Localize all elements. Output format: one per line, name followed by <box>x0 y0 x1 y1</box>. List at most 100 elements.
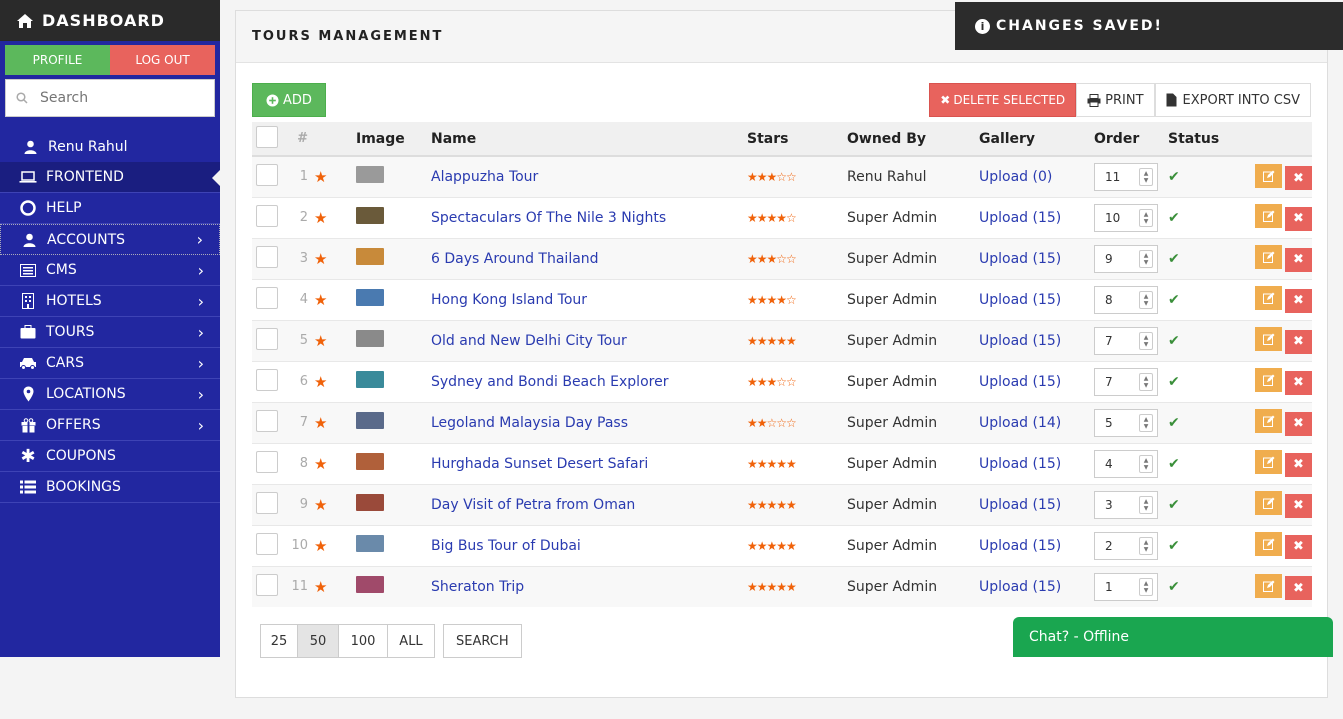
sidebar-item-cms[interactable]: CMS › <box>0 255 220 286</box>
delete-button[interactable]: ✖ <box>1285 411 1312 436</box>
gallery-upload-link[interactable]: Upload (14) <box>979 415 1061 431</box>
featured-star-icon[interactable]: ★ <box>314 414 327 432</box>
chat-widget[interactable]: Chat? - Offline <box>1013 617 1333 657</box>
order-stepper[interactable]: 5 ▲ ▼ <box>1094 408 1158 437</box>
featured-star-icon[interactable]: ★ <box>314 537 327 555</box>
order-stepper[interactable]: 7 ▲ ▼ <box>1094 326 1158 355</box>
row-checkbox[interactable] <box>256 204 278 227</box>
spin-arrows-icon[interactable]: ▲ ▼ <box>1139 208 1153 227</box>
sidebar-item-frontend[interactable]: FRONTEND <box>0 162 220 193</box>
gallery-upload-link[interactable]: Upload (0) <box>979 169 1052 185</box>
featured-star-icon[interactable]: ★ <box>314 291 327 309</box>
sidebar-user[interactable]: Renu Rahul <box>0 131 220 162</box>
gallery-upload-link[interactable]: Upload (15) <box>979 333 1061 349</box>
row-checkbox[interactable] <box>256 409 278 432</box>
delete-button[interactable]: ✖ <box>1285 288 1312 313</box>
status-check-icon[interactable]: ✔ <box>1168 210 1180 226</box>
sidebar-item-accounts[interactable]: ACCOUNTS › <box>0 224 220 255</box>
edit-button[interactable] <box>1255 245 1282 270</box>
status-check-icon[interactable]: ✔ <box>1168 333 1180 349</box>
featured-star-icon[interactable]: ★ <box>314 455 327 473</box>
logout-button[interactable]: LOG OUT <box>110 45 215 75</box>
delete-button[interactable]: ✖ <box>1285 576 1312 600</box>
row-checkbox[interactable] <box>256 491 278 514</box>
col-header-owned-by[interactable]: Owned By <box>847 122 979 157</box>
profile-button[interactable]: PROFILE <box>5 45 110 75</box>
edit-button[interactable] <box>1255 327 1282 352</box>
export-csv-button[interactable]: EXPORT INTO CSV <box>1154 83 1311 117</box>
order-stepper[interactable]: 8 ▲ ▼ <box>1094 285 1158 314</box>
order-stepper[interactable]: 2 ▲ ▼ <box>1094 531 1158 560</box>
featured-star-icon[interactable]: ★ <box>314 373 327 391</box>
row-checkbox[interactable] <box>256 532 278 555</box>
sidebar-item-bookings[interactable]: BOOKINGS <box>0 472 220 503</box>
gallery-upload-link[interactable]: Upload (15) <box>979 251 1061 267</box>
delete-selected-button[interactable]: ✖ DELETE SELECTED <box>929 83 1077 117</box>
page-size-100[interactable]: 100 <box>338 624 388 658</box>
row-checkbox[interactable] <box>256 573 278 596</box>
spin-arrows-icon[interactable]: ▲ ▼ <box>1139 413 1153 432</box>
row-checkbox[interactable] <box>256 163 278 186</box>
col-header-order[interactable]: Order <box>1094 122 1168 157</box>
delete-button[interactable]: ✖ <box>1285 247 1312 272</box>
status-check-icon[interactable]: ✔ <box>1168 251 1180 267</box>
sidebar-item-tours[interactable]: TOURS › <box>0 317 220 348</box>
status-check-icon[interactable]: ✔ <box>1168 497 1180 513</box>
gallery-upload-link[interactable]: Upload (15) <box>979 210 1061 226</box>
tour-name-link[interactable]: Big Bus Tour of Dubai <box>431 538 581 554</box>
spin-arrows-icon[interactable]: ▲ ▼ <box>1139 167 1153 186</box>
status-check-icon[interactable]: ✔ <box>1168 456 1180 472</box>
sidebar-item-help[interactable]: HELP <box>0 193 220 224</box>
delete-button[interactable]: ✖ <box>1285 493 1312 518</box>
tour-name-link[interactable]: Hurghada Sunset Desert Safari <box>431 456 648 472</box>
status-check-icon[interactable]: ✔ <box>1168 169 1180 185</box>
order-stepper[interactable]: 7 ▲ ▼ <box>1094 367 1158 396</box>
status-check-icon[interactable]: ✔ <box>1168 374 1180 390</box>
edit-button[interactable] <box>1255 532 1282 557</box>
sidebar-item-offers[interactable]: OFFERS › <box>0 410 220 441</box>
spin-arrows-icon[interactable]: ▲ ▼ <box>1139 536 1153 555</box>
tour-name-link[interactable]: Legoland Malaysia Day Pass <box>431 415 628 431</box>
gallery-upload-link[interactable]: Upload (15) <box>979 538 1061 554</box>
tour-name-link[interactable]: Hong Kong Island Tour <box>431 292 587 308</box>
order-stepper[interactable]: 4 ▲ ▼ <box>1094 449 1158 478</box>
sidebar-item-cars[interactable]: CARS › <box>0 348 220 379</box>
delete-button[interactable]: ✖ <box>1285 166 1312 190</box>
featured-star-icon[interactable]: ★ <box>314 250 327 268</box>
edit-button[interactable] <box>1255 450 1282 475</box>
spin-arrows-icon[interactable]: ▲ ▼ <box>1139 577 1153 596</box>
spin-arrows-icon[interactable]: ▲ ▼ <box>1139 372 1153 391</box>
tour-name-link[interactable]: Sydney and Bondi Beach Explorer <box>431 374 668 390</box>
edit-button[interactable] <box>1255 286 1282 311</box>
tour-name-link[interactable]: Day Visit of Petra from Oman <box>431 497 635 513</box>
gallery-upload-link[interactable]: Upload (15) <box>979 497 1061 513</box>
tour-name-link[interactable]: Old and New Delhi City Tour <box>431 333 627 349</box>
tour-name-link[interactable]: Spectaculars Of The Nile 3 Nights <box>431 210 666 226</box>
order-stepper[interactable]: 3 ▲ ▼ <box>1094 490 1158 519</box>
spin-arrows-icon[interactable]: ▲ ▼ <box>1139 249 1153 268</box>
select-all-checkbox[interactable] <box>256 125 278 148</box>
sidebar-item-locations[interactable]: LOCATIONS › <box>0 379 220 410</box>
gallery-upload-link[interactable]: Upload (15) <box>979 456 1061 472</box>
search-input[interactable] <box>40 90 190 106</box>
row-checkbox[interactable] <box>256 286 278 309</box>
featured-star-icon[interactable]: ★ <box>314 496 327 514</box>
edit-button[interactable] <box>1255 573 1282 598</box>
spin-arrows-icon[interactable]: ▲ ▼ <box>1139 495 1153 514</box>
sidebar-item-coupons[interactable]: ✱ COUPONS <box>0 441 220 472</box>
dashboard-link[interactable]: DASHBOARD <box>0 0 220 41</box>
gallery-upload-link[interactable]: Upload (15) <box>979 292 1061 308</box>
page-size-50[interactable]: 50 <box>297 624 339 658</box>
delete-button[interactable]: ✖ <box>1285 534 1312 559</box>
tour-name-link[interactable]: Alappuzha Tour <box>431 169 538 185</box>
status-check-icon[interactable]: ✔ <box>1168 292 1180 308</box>
delete-button[interactable]: ✖ <box>1285 370 1312 395</box>
gallery-upload-link[interactable]: Upload (15) <box>979 374 1061 390</box>
delete-button[interactable]: ✖ <box>1285 206 1312 231</box>
edit-button[interactable] <box>1255 409 1282 434</box>
order-stepper[interactable]: 1 ▲ ▼ <box>1094 572 1158 601</box>
sidebar-item-hotels[interactable]: HOTELS › <box>0 286 220 317</box>
order-stepper[interactable]: 11 ▲ ▼ <box>1094 162 1158 191</box>
status-check-icon[interactable]: ✔ <box>1168 538 1180 554</box>
print-button[interactable]: PRINT <box>1076 83 1155 117</box>
